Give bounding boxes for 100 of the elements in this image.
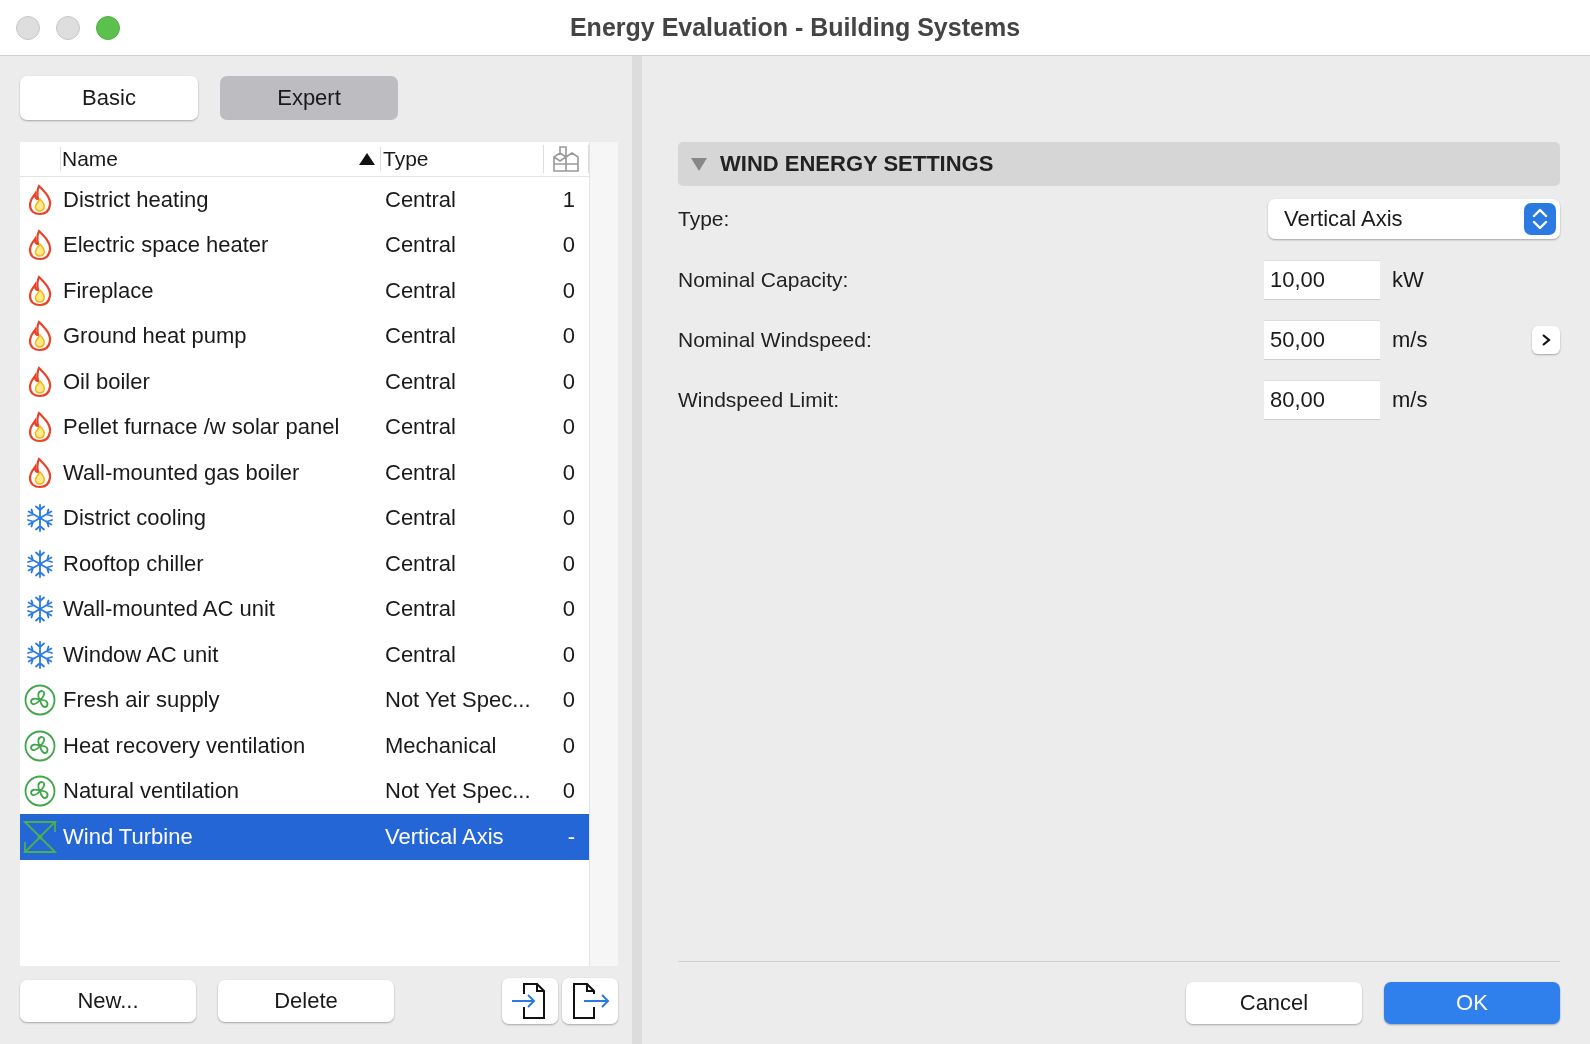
system-row[interactable]: Wall-mounted AC unit Central 0	[20, 586, 589, 632]
system-count: 0	[561, 687, 576, 714]
system-name: Fireplace	[62, 277, 155, 304]
system-type: Central	[385, 641, 457, 668]
system-name: Rooftop chiller	[62, 550, 205, 577]
system-type: Central	[385, 232, 457, 259]
system-count: 0	[561, 550, 576, 577]
system-count: 0	[561, 732, 576, 759]
fan-icon	[24, 729, 56, 762]
system-type: Central	[385, 459, 457, 486]
system-name: Fresh air supply	[62, 687, 221, 714]
system-type: Central	[385, 414, 457, 441]
system-type: Mechanical	[385, 732, 498, 759]
system-count: 0	[561, 232, 576, 259]
snowflake-icon	[25, 639, 55, 670]
field-label: Type:	[678, 207, 730, 231]
sort-ascending-icon	[358, 152, 376, 166]
flame-icon	[27, 411, 53, 444]
system-type: Central	[385, 596, 457, 623]
system-row[interactable]: Pellet furnace /w solar panel Central 0	[20, 404, 589, 450]
system-count: -	[566, 823, 576, 850]
system-name: Electric space heater	[62, 232, 270, 259]
system-type: Central	[385, 505, 457, 532]
chevron-right-icon	[1541, 333, 1551, 347]
system-row[interactable]: Wind Turbine Vertical Axis -	[20, 814, 589, 860]
system-name: Wind Turbine	[62, 823, 194, 850]
system-count: 0	[561, 505, 576, 532]
system-row[interactable]: District cooling Central 0	[20, 495, 589, 541]
field-label: Nominal Capacity:	[678, 268, 849, 292]
system-type: Vertical Axis	[385, 823, 505, 850]
system-type: Central	[385, 277, 457, 304]
value-field[interactable]: 80,00	[1264, 380, 1380, 420]
minimize-button[interactable]	[56, 15, 80, 40]
value-field[interactable]: 50,00	[1264, 320, 1380, 360]
snowflake-icon	[25, 594, 55, 625]
window-title: Energy Evaluation - Building Systems	[568, 13, 1022, 42]
value-field[interactable]: 10,00	[1264, 260, 1380, 300]
list-button[interactable]: New...	[20, 980, 196, 1022]
column-header[interactable]: Type	[380, 147, 543, 171]
mode-tab[interactable]: Basic	[20, 76, 198, 120]
wind-turbine-icon	[23, 819, 57, 854]
dialog-button[interactable]: OK	[1384, 982, 1560, 1024]
system-name: District cooling	[62, 505, 208, 532]
disclosure-button[interactable]	[1532, 326, 1560, 354]
system-type: Not Yet Spec...	[385, 778, 532, 805]
system-row[interactable]: Oil boiler Central 0	[20, 359, 589, 405]
system-row[interactable]: Electric space heater Central 0	[20, 222, 589, 268]
field-label: Windspeed Limit:	[678, 388, 840, 412]
stepper-icon	[1524, 203, 1556, 235]
blocks-icon	[551, 145, 581, 173]
snowflake-icon	[25, 503, 55, 534]
system-name: Ground heat pump	[62, 323, 248, 350]
system-row[interactable]: Fresh air supply Not Yet Spec... 0	[20, 677, 589, 723]
export-button[interactable]	[562, 978, 618, 1024]
system-count: 0	[561, 277, 576, 304]
system-count: 0	[561, 459, 576, 486]
system-count: 0	[561, 323, 576, 350]
system-name: Heat recovery ventilation	[62, 732, 307, 759]
mode-tab[interactable]: Expert	[220, 76, 398, 120]
list-button[interactable]: Delete	[218, 980, 394, 1022]
system-count: 0	[561, 641, 576, 668]
zoom-button[interactable]	[96, 15, 120, 40]
system-type: Central	[385, 368, 457, 395]
system-type: Central	[385, 323, 457, 350]
column-header[interactable]: Name	[60, 147, 380, 171]
close-button[interactable]	[16, 15, 40, 40]
snowflake-icon	[25, 548, 55, 579]
type-dropdown[interactable]: Vertical Axis	[1268, 199, 1560, 239]
import-button[interactable]	[502, 978, 558, 1024]
system-row[interactable]: Natural ventilation Not Yet Spec... 0	[20, 768, 589, 814]
system-row[interactable]: Ground heat pump Central 0	[20, 313, 589, 359]
system-name: Window AC unit	[62, 641, 220, 668]
system-name: Wall-mounted AC unit	[62, 596, 276, 623]
system-name: Natural ventilation	[62, 778, 241, 805]
system-type: Not Yet Spec...	[385, 687, 532, 714]
system-type: Central	[385, 550, 457, 577]
system-count: 0	[561, 778, 576, 805]
flame-icon	[27, 456, 53, 489]
unit-label: m/s	[1392, 387, 1429, 413]
system-row[interactable]: Window AC unit Central 0	[20, 632, 589, 678]
flame-icon	[27, 365, 53, 398]
flame-icon	[27, 274, 53, 307]
system-name: Pellet furnace /w solar panel	[62, 414, 341, 441]
system-row[interactable]: Wall-mounted gas boiler Central 0	[20, 450, 589, 496]
system-row[interactable]: Heat recovery ventilation Mechanical 0	[20, 723, 589, 769]
export-file-icon	[570, 982, 610, 1020]
dialog-button[interactable]: Cancel	[1186, 982, 1362, 1024]
flame-icon	[27, 229, 53, 262]
unit-label: kW	[1392, 267, 1425, 293]
system-row[interactable]: Fireplace Central 0	[20, 268, 589, 314]
flame-icon	[27, 320, 53, 353]
fan-icon	[24, 775, 56, 808]
system-row[interactable]: District heating Central 1	[20, 177, 589, 223]
system-row[interactable]: Rooftop chiller Central 0	[20, 541, 589, 587]
section-header[interactable]: WIND ENERGY SETTINGS	[678, 142, 1560, 186]
system-count: 0	[561, 414, 576, 441]
system-count: 1	[561, 186, 576, 213]
system-count: 0	[561, 596, 576, 623]
fan-icon	[24, 684, 56, 717]
system-name: District heating	[62, 186, 210, 213]
